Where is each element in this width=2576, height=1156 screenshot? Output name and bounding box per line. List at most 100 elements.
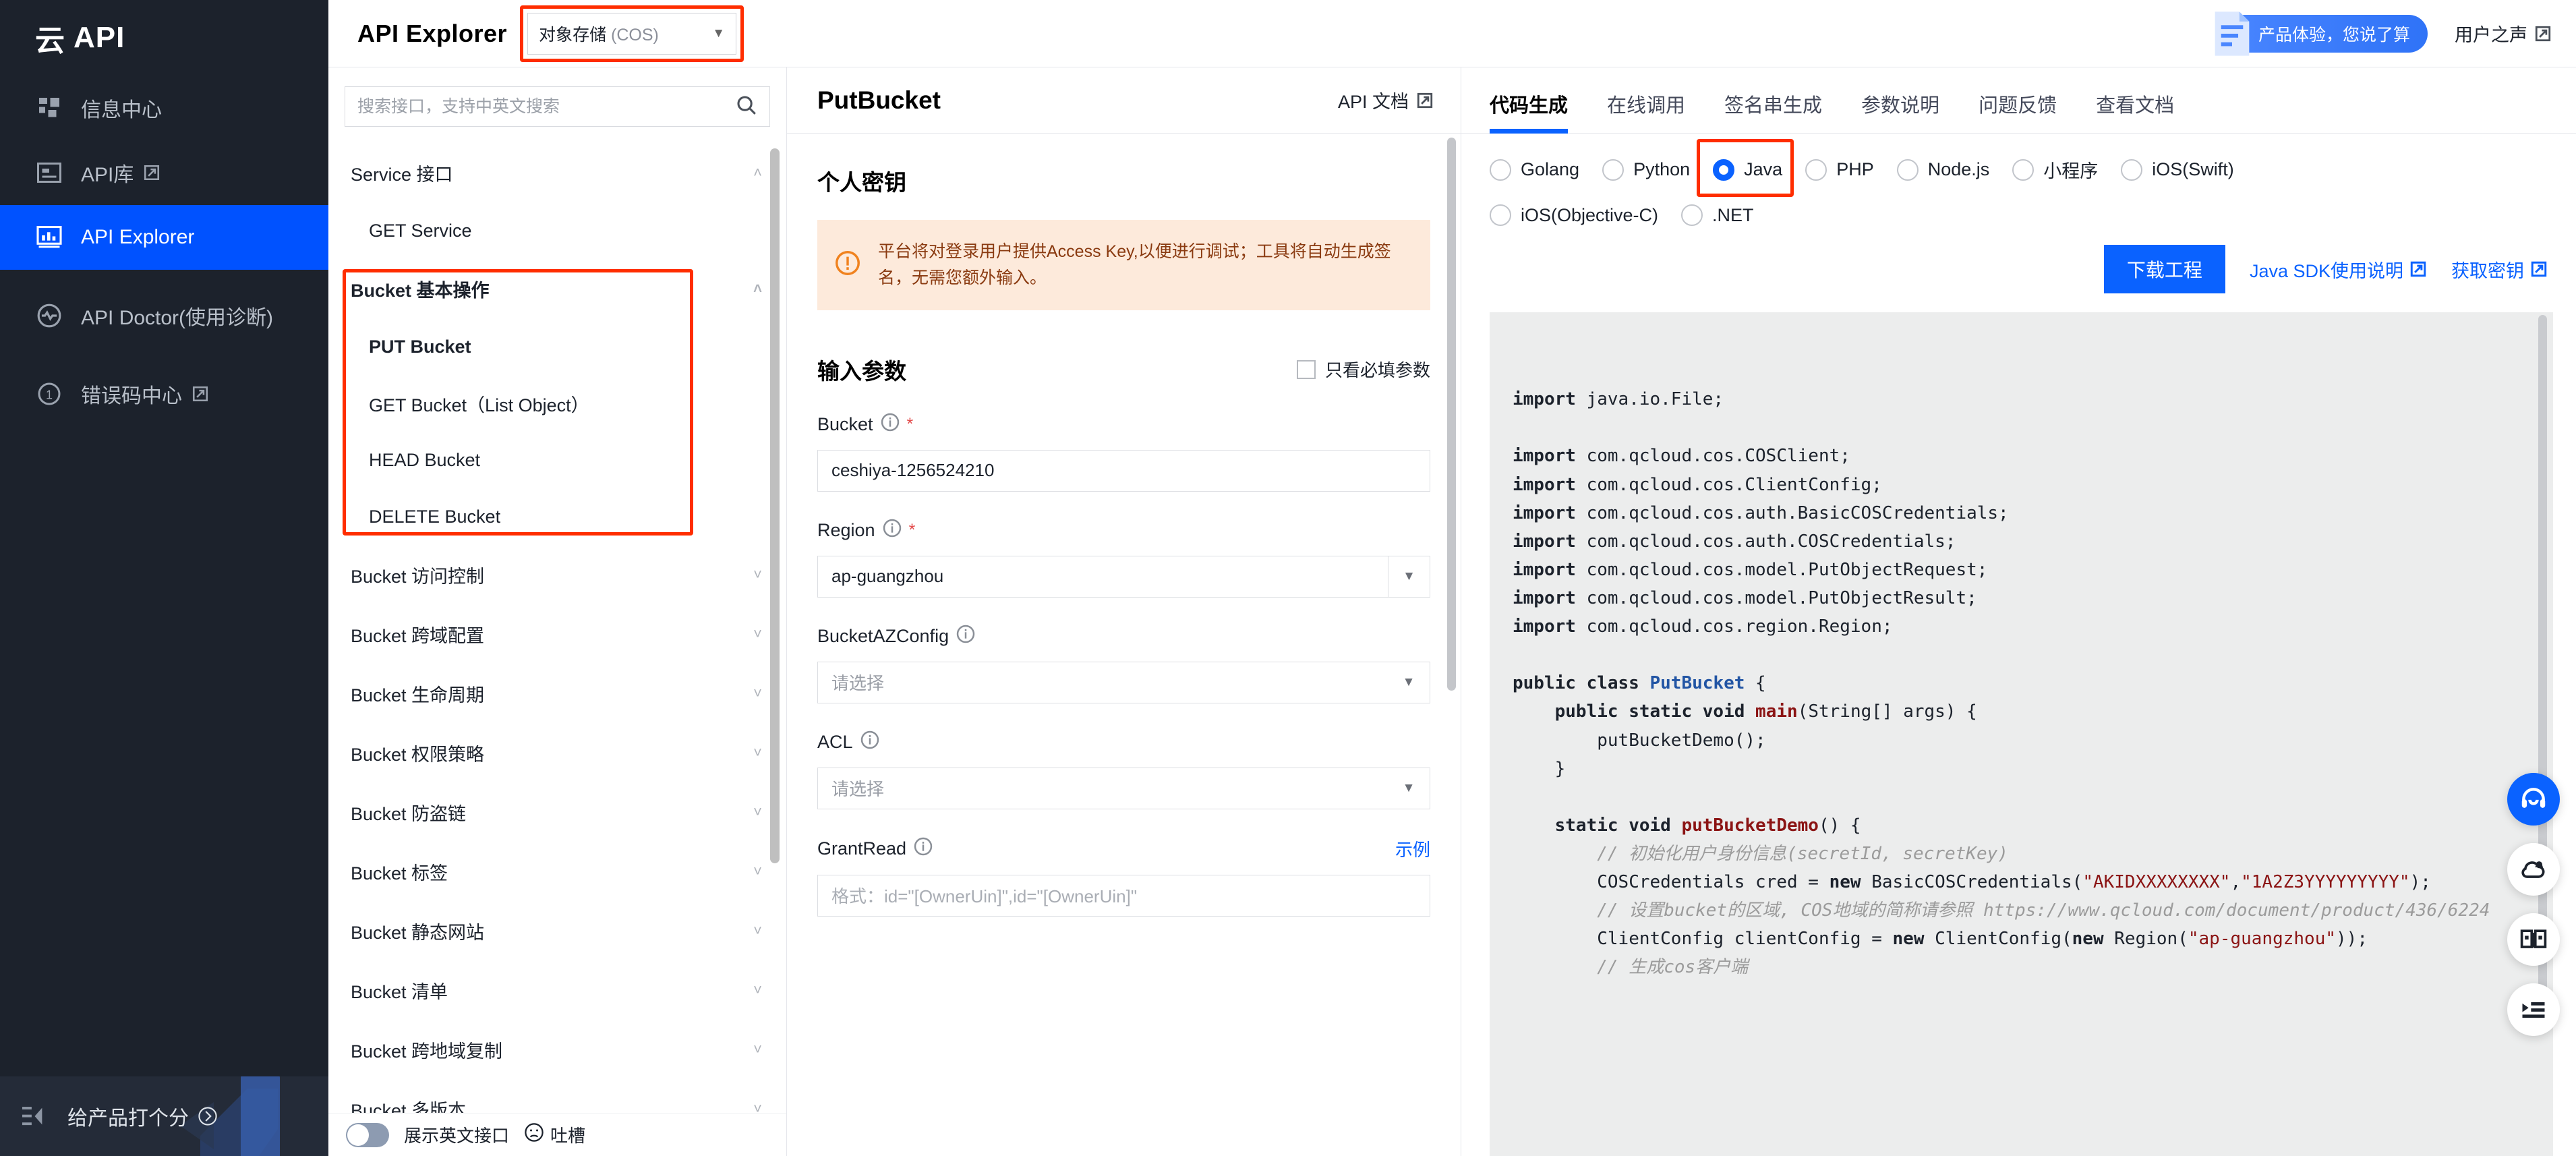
tree-group-bucket-inventory[interactable]: Bucket 清单 ˅ bbox=[328, 960, 786, 1020]
field-label-row: GrantRead 示例 bbox=[817, 836, 1430, 861]
tree-group-bucket-acl[interactable]: Bucket 访问控制 ˅ bbox=[328, 545, 786, 604]
info-icon[interactable] bbox=[914, 837, 933, 861]
radio-icon-selected bbox=[1713, 158, 1735, 181]
external-link-icon bbox=[1416, 92, 1434, 109]
api-doc-link[interactable]: API 文档 bbox=[1338, 87, 1434, 113]
bucketazconfig-select[interactable]: 请选择 ▼ bbox=[817, 661, 1430, 703]
collapse-sidebar-button[interactable] bbox=[0, 1105, 67, 1128]
field-acl: ACL 请选择 ▼ bbox=[817, 730, 1430, 809]
support-chat-button[interactable] bbox=[2507, 773, 2560, 826]
required-only-label: 只看必填参数 bbox=[1324, 360, 1430, 380]
experience-banner-button[interactable]: 产品体验，您说了算 bbox=[2215, 11, 2428, 56]
tree-item-get-service[interactable]: GET Service bbox=[328, 202, 786, 259]
sidebar-item-api-explorer[interactable]: API Explorer bbox=[0, 205, 328, 270]
field-label-row: Bucket * bbox=[817, 413, 1430, 436]
generated-code-block[interactable]: import java.io.File; import com.qcloud.c… bbox=[1490, 312, 2553, 1156]
sidebar-item-info-center[interactable]: 信息中心 bbox=[0, 76, 328, 140]
download-project-button[interactable]: 下载工程 bbox=[2103, 245, 2225, 293]
sidebar-item-error-code-center[interactable]: 1 错误码中心 bbox=[0, 362, 328, 426]
tree-group-bucket-basic[interactable]: Bucket 基本操作 ˄ bbox=[328, 259, 786, 318]
grantread-example-link[interactable]: 示例 bbox=[1395, 836, 1430, 861]
product-logo: 云 API bbox=[0, 0, 328, 76]
code-line: static void putBucketDemo() { bbox=[1554, 815, 1861, 836]
tree-group-bucket-lifecycle[interactable]: Bucket 生命周期 ˅ bbox=[328, 664, 786, 723]
grantread-input[interactable]: 格式：id="[OwnerUin]",id="[OwnerUin]" bbox=[817, 874, 1430, 917]
tree-group-bucket-referer[interactable]: Bucket 防盗链 ˅ bbox=[328, 782, 786, 842]
code-line: import com.qcloud.cos.model.PutObjectRes… bbox=[1513, 587, 1977, 608]
lang-option-python[interactable]: Python bbox=[1602, 156, 1690, 183]
chevron-down-icon: ˅ bbox=[753, 1041, 762, 1058]
sdk-guide-link[interactable]: Java SDK使用说明 bbox=[2250, 256, 2427, 283]
lang-option-ios-swift[interactable]: iOS(Swift) bbox=[2121, 156, 2234, 183]
tree-item-delete-bucket[interactable]: DELETE Bucket bbox=[328, 488, 786, 545]
playlist-button[interactable] bbox=[2507, 983, 2560, 1036]
lang-option-nodejs[interactable]: Node.js bbox=[1896, 156, 1990, 183]
tab-param-description[interactable]: 参数说明 bbox=[1861, 90, 1939, 133]
tree-group-service[interactable]: Service 接口 ˄ bbox=[328, 143, 786, 202]
sidebar-item-api-doctor[interactable]: API Doctor(使用诊断) bbox=[0, 270, 328, 362]
get-secret-key-link[interactable]: 获取密钥 bbox=[2451, 256, 2548, 283]
product-select[interactable]: 对象存储 (COS) ▼ bbox=[527, 12, 737, 55]
experience-banner-label: 产品体验，您说了算 bbox=[2258, 25, 2410, 45]
required-only-checkbox[interactable]: 只看必填参数 bbox=[1296, 357, 1430, 382]
tab-view-docs[interactable]: 查看文档 bbox=[2096, 90, 2174, 133]
info-icon[interactable] bbox=[860, 730, 879, 754]
tree-item-head-bucket[interactable]: HEAD Bucket bbox=[328, 432, 786, 488]
documentation-button[interactable] bbox=[2507, 913, 2560, 966]
lang-option-miniprogram[interactable]: 小程序 bbox=[2012, 156, 2098, 183]
params-scrollbar[interactable] bbox=[1447, 138, 1456, 691]
info-icon[interactable] bbox=[883, 519, 902, 542]
api-tree-scrollbar[interactable] bbox=[770, 148, 780, 863]
secret-key-alert: 平台将对登录用户提供Access Key,以便进行调试；工具将自动生成签名，无需… bbox=[817, 220, 1430, 310]
top-bar: API Explorer 对象存储 (COS) ▼ 产品体验，您说了算 用户之声 bbox=[328, 0, 2576, 67]
english-interface-toggle[interactable] bbox=[346, 1122, 389, 1147]
product-select-code: (COS) bbox=[611, 25, 659, 45]
tab-issue-feedback[interactable]: 问题反馈 bbox=[1979, 90, 2057, 133]
tree-item-put-bucket[interactable]: PUT Bucket bbox=[328, 318, 786, 375]
bucket-input[interactable]: ceshiya-1256524210 bbox=[817, 449, 1430, 492]
tab-signature-generation[interactable]: 签名串生成 bbox=[1724, 90, 1822, 133]
tree-group-label: Bucket 权限策略 bbox=[351, 744, 485, 765]
tree-group-label: Bucket 访问控制 bbox=[351, 566, 485, 587]
lang-label: Node.js bbox=[1927, 159, 1990, 179]
tab-label: 代码生成 bbox=[1490, 95, 1569, 117]
tree-group-bucket-policy[interactable]: Bucket 权限策略 ˅ bbox=[328, 723, 786, 782]
code-line: public class PutBucket { bbox=[1513, 673, 1766, 694]
code-line: import com.qcloud.cos.ClientConfig; bbox=[1513, 474, 1882, 495]
search-icon[interactable] bbox=[736, 94, 757, 119]
sidebar-item-api-library[interactable]: API库 bbox=[0, 140, 328, 205]
search-input[interactable] bbox=[357, 96, 736, 117]
tab-label: 签名串生成 bbox=[1724, 95, 1823, 117]
code-line: import com.qcloud.cos.region.Region; bbox=[1513, 616, 1893, 637]
tab-code-generation[interactable]: 代码生成 bbox=[1490, 90, 1569, 134]
lang-option-ios-objc[interactable]: iOS(Objective-C) bbox=[1490, 204, 1658, 226]
lang-option-java[interactable]: Java bbox=[1697, 139, 1794, 197]
region-select[interactable]: ap-guangzhou ▼ bbox=[817, 555, 1430, 598]
user-voice-label: 用户之声 bbox=[2455, 25, 2527, 45]
tree-group-bucket-cors[interactable]: Bucket 跨域配置 ˅ bbox=[328, 604, 786, 664]
warning-icon bbox=[835, 250, 860, 279]
info-icon[interactable] bbox=[881, 413, 900, 436]
tree-group-bucket-tagging[interactable]: Bucket 标签 ˅ bbox=[328, 842, 786, 901]
cloud-notification-button[interactable] bbox=[2507, 843, 2560, 896]
field-label-row: Region * bbox=[817, 519, 1430, 542]
tree-group-bucket-website[interactable]: Bucket 静态网站 ˅ bbox=[328, 901, 786, 960]
app-root: 云 API 信息中心 API库 API Explorer API Doctor(… bbox=[0, 0, 2576, 1156]
info-icon[interactable] bbox=[956, 625, 975, 648]
region-select-value: ap-guangzhou bbox=[831, 566, 944, 586]
lang-option-golang[interactable]: Golang bbox=[1490, 156, 1579, 183]
lang-option-php[interactable]: PHP bbox=[1805, 156, 1874, 183]
get-secret-key-label: 获取密钥 bbox=[2451, 260, 2524, 281]
params-body: 个人密钥 平台将对登录用户提供Access Key,以便进行调试；工具将自动生成… bbox=[787, 134, 1461, 1156]
user-voice-link[interactable]: 用户之声 bbox=[2455, 20, 2552, 47]
tree-item-get-bucket[interactable]: GET Bucket（List Object） bbox=[328, 375, 786, 432]
lang-option-dotnet[interactable]: .NET bbox=[1681, 204, 1754, 226]
api-search-box[interactable] bbox=[345, 86, 770, 127]
feedback-button[interactable]: 吐槽 bbox=[524, 1122, 585, 1147]
tree-group-bucket-replication[interactable]: Bucket 跨地域复制 ˅ bbox=[328, 1020, 786, 1079]
code-line: // 初始化用户身份信息(secretId, secretKey) bbox=[1597, 843, 2008, 864]
rate-product-button[interactable]: 给产品打个分 bbox=[67, 1101, 217, 1131]
code-line: import com.qcloud.cos.auth.BasicCOSCrede… bbox=[1513, 502, 2009, 523]
acl-select[interactable]: 请选择 ▼ bbox=[817, 767, 1430, 809]
tab-online-call[interactable]: 在线调用 bbox=[1607, 90, 1685, 133]
